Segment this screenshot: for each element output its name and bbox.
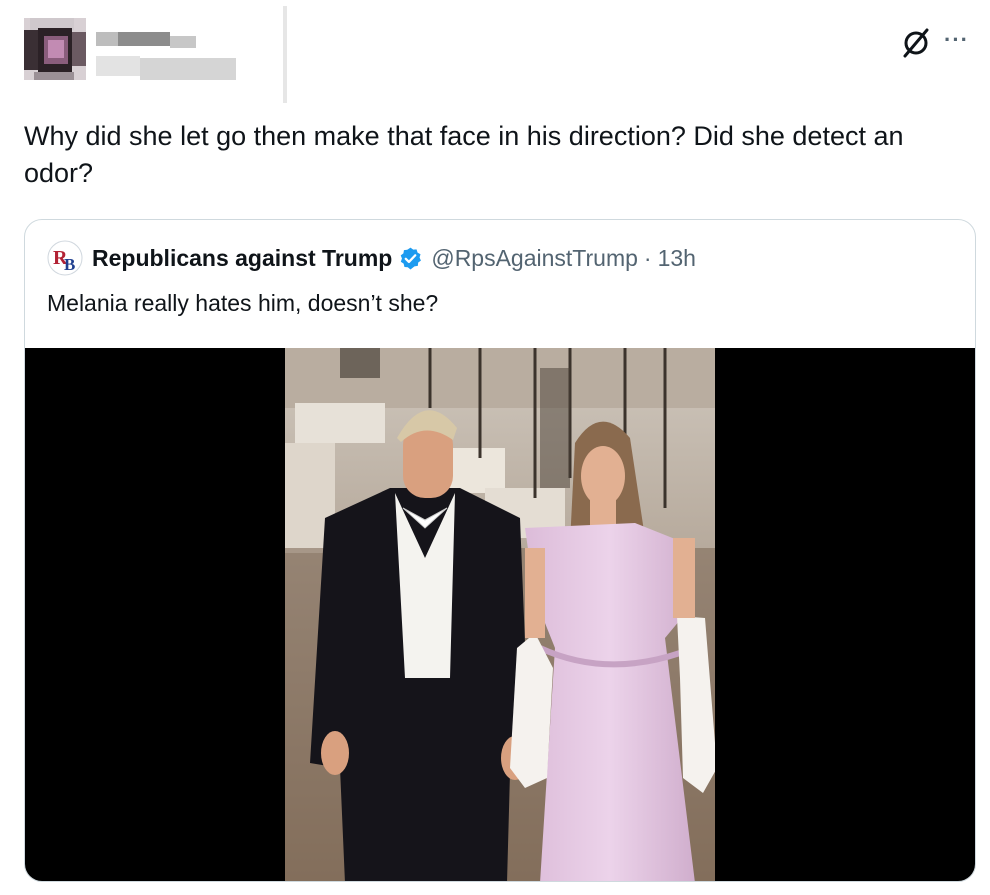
quoted-timestamp[interactable]: 13h [658, 245, 696, 272]
quoted-post-header: R B Republicans against Trump @RpsAgains… [47, 240, 696, 276]
more-options-icon[interactable]: ··· [944, 29, 969, 51]
rb-logo-avatar[interactable]: R B [47, 240, 83, 276]
video-frame-image [285, 348, 715, 881]
quoted-handle[interactable]: @RpsAgainstTrump [431, 245, 638, 272]
logo-letter-b: B [64, 255, 75, 274]
quoted-display-name[interactable]: Republicans against Trump [92, 245, 392, 272]
quoted-post-text: Melania really hates him, doesn’t she? [47, 290, 439, 316]
video-media[interactable] [25, 348, 975, 881]
author-name-redacted[interactable] [96, 26, 236, 86]
post-text: Why did she let go then make that face i… [24, 121, 904, 188]
meta-separator: · [643, 244, 652, 271]
quoted-post-card[interactable]: R B Republicans against Trump @RpsAgains… [24, 219, 976, 882]
avatar[interactable] [24, 18, 86, 80]
verified-badge-icon [401, 247, 422, 269]
divider [283, 6, 287, 103]
not-interested-icon[interactable] [899, 26, 933, 60]
